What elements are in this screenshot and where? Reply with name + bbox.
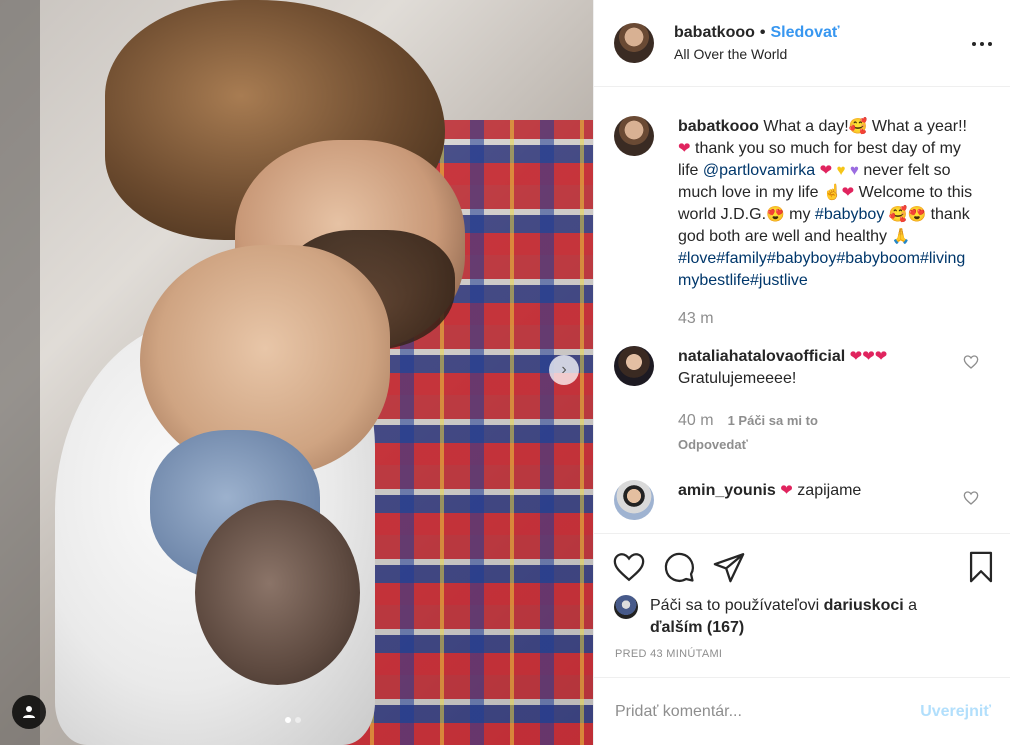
photo-baby-head [195,500,360,685]
user-icon [23,706,35,718]
red-heart-emoji: ❤ [849,348,863,365]
header-text: babatkooo • Sledovať All Over the World [674,24,840,62]
hashtag-link[interactable]: #babyboy [815,206,884,223]
red-heart-emoji: ❤ [874,348,888,365]
comments-list[interactable]: babatkooo What a day!🥰 What a year!!❤ th… [594,88,1010,533]
likes-text: Páči sa to používateľovi dariuskoci a ďa… [650,595,917,639]
reply-button[interactable]: Odpovedať [678,434,978,456]
separator-dot: • [759,24,766,41]
red-heart-emoji: ❤ [678,140,691,157]
tagged-users-button[interactable] [12,695,46,729]
username-link[interactable]: babatkooo [674,24,755,42]
heart-eyes-emoji: 😍 [907,206,927,223]
red-heart-emoji: ❤ [862,348,875,365]
hashtags-link[interactable]: #love#family#babyboy#babyboom#livingmybe… [678,248,978,292]
comment-time[interactable]: 40 m [678,410,714,432]
liker-avatar[interactable] [614,595,638,619]
follow-button[interactable]: Sledovať [771,24,840,42]
comment-text: zapijame [797,482,862,499]
comment-likes[interactable]: 1 Páči sa mi to [728,410,818,432]
carousel-dot [295,717,301,723]
comment-item: amin_younis ❤ zapijame [594,456,1010,520]
avatar[interactable] [614,480,654,520]
folded-hands-emoji: 🙏 [891,228,911,245]
liker-username[interactable]: dariuskoci [824,597,904,614]
share-icon[interactable] [712,550,746,584]
heart-eyes-emoji: 😍 [766,206,785,223]
heart-icon[interactable] [612,550,646,584]
avatar[interactable] [614,23,654,63]
likes-summary: Páči sa to používateľovi dariuskoci a ďa… [614,595,994,639]
yellow-heart-emoji: ♥ [836,162,846,179]
comment-username[interactable]: nataliahatalovaofficial [678,348,845,365]
caption: babatkooo What a day!🥰 What a year!!❤ th… [594,88,1010,330]
purple-heart-emoji: ♥ [850,162,859,179]
caption-text: What a year!! [867,118,967,135]
comment-body: amin_younis ❤ zapijame [678,480,978,520]
comment-body: nataliahatalovaofficial ❤❤❤ Gratulujemee… [678,346,978,456]
caption-text: What a day! [763,118,849,135]
caption-body: babatkooo What a day!🥰 What a year!!❤ th… [678,116,978,330]
bookmark-icon[interactable] [964,550,998,584]
more-dot [980,42,984,46]
avatar[interactable] [614,346,654,386]
like-comment-heart-icon[interactable] [963,490,979,506]
mention-link[interactable]: @partlovamirka [703,162,815,179]
more-dot [972,42,976,46]
red-heart-emoji: ❤ [819,162,833,179]
avatar[interactable] [614,116,654,156]
caption-meta: 43 m [678,308,978,330]
likes-prefix: Páči sa to používateľovi [650,597,824,614]
carousel-next-button[interactable]: › [549,355,579,385]
comment-text: Gratulujemeeee! [678,370,797,387]
smiling-hearts-emoji: 🥰 [888,206,908,223]
carousel-indicator [285,717,301,723]
likes-others-link[interactable]: ďalším (167) [650,619,744,636]
red-heart-emoji: ❤ [841,184,855,201]
caption-username[interactable]: babatkooo [678,118,759,135]
likes-suffix: a [903,597,918,614]
comment-item: nataliahatalovaofficial ❤❤❤ Gratulujemee… [594,330,1010,456]
carousel-dot-active [285,717,291,723]
comment-username[interactable]: amin_younis [678,482,776,499]
post-details-panel: babatkooo • Sledovať All Over the World … [593,0,1010,745]
chevron-right-icon: › [561,361,567,378]
caption-time[interactable]: 43 m [678,308,714,330]
caption-text: my [784,206,815,223]
post-comment-button[interactable]: Uverejniť [920,703,991,721]
comment-input[interactable] [615,702,921,721]
hand-emoji: ☝ [822,184,842,201]
post-header: babatkooo • Sledovať All Over the World [594,0,1010,87]
more-dot [988,42,992,46]
like-comment-heart-icon[interactable] [963,354,979,370]
post-timestamp[interactable]: Pred 43 minútami [615,648,722,660]
photo-background [0,0,40,745]
more-options-button[interactable] [972,34,992,54]
post-photo[interactable]: › [0,0,593,745]
action-bar [594,533,1010,593]
smiling-hearts-emoji: 🥰 [848,118,868,135]
comment-meta: 40 m 1 Páči sa mi to Odpovedať [678,410,978,456]
red-heart-emoji: ❤ [780,482,793,499]
comment-icon[interactable] [662,550,696,584]
location-link[interactable]: All Over the World [674,46,840,62]
add-comment-bar: Uverejniť [594,677,1010,745]
